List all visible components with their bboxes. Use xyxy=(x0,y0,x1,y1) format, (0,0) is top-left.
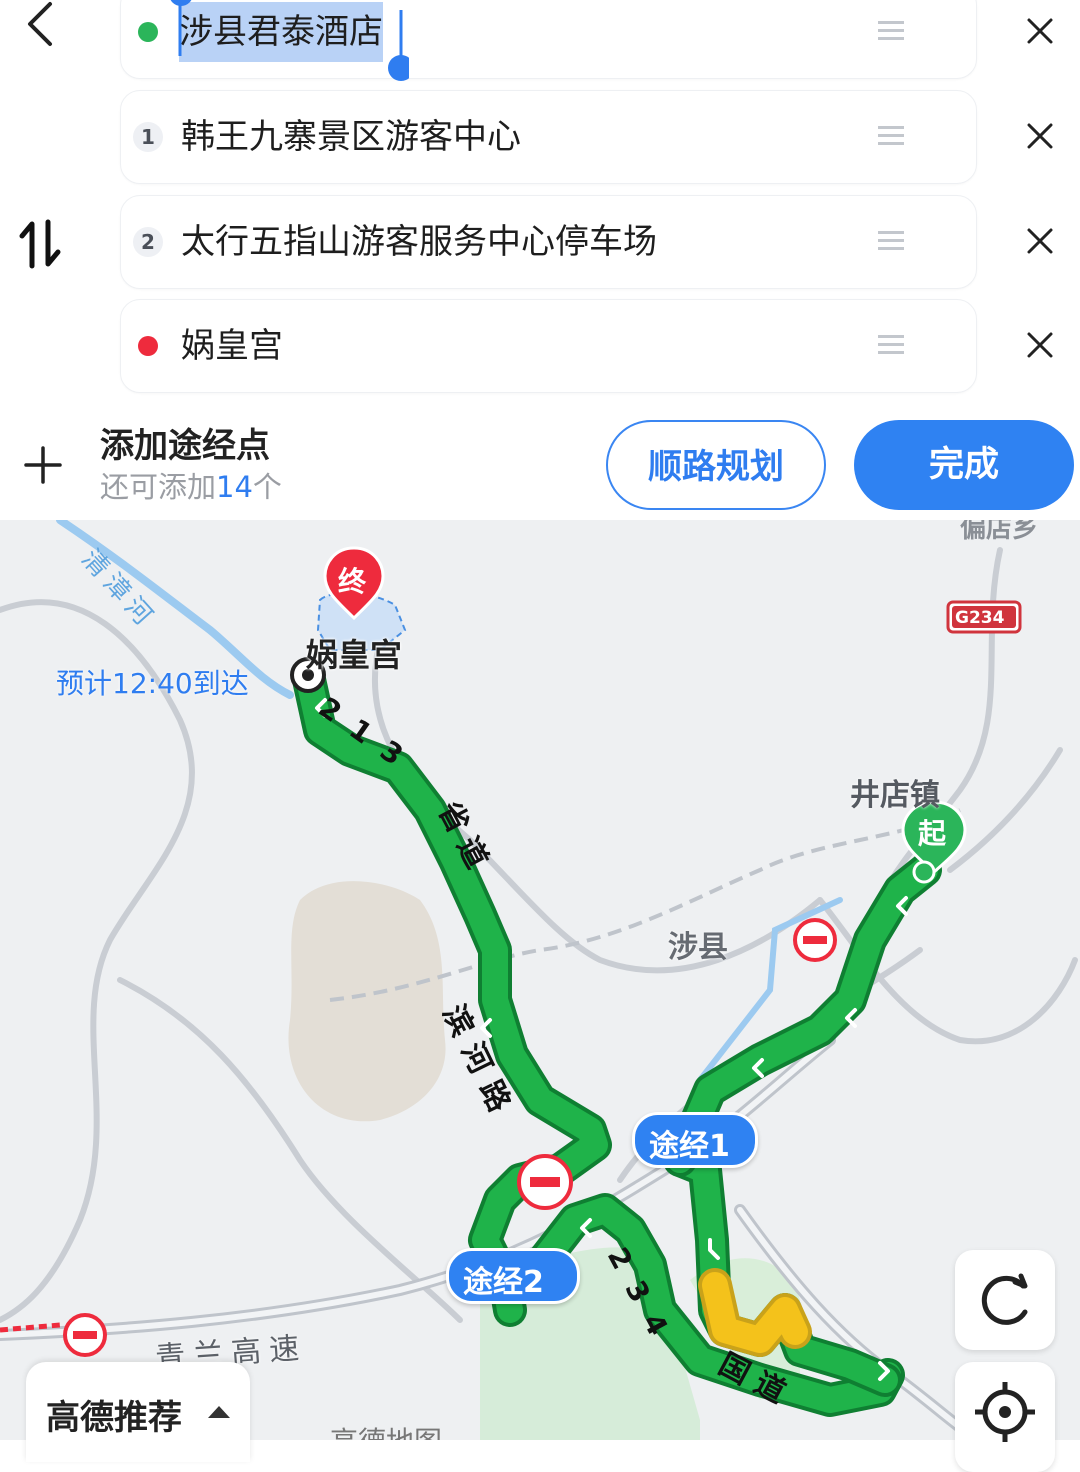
refresh-icon xyxy=(981,1273,1028,1325)
via1-number-badge: 1 xyxy=(133,122,163,152)
locate-icon xyxy=(975,1382,1035,1442)
remove-via2-close-icon[interactable] xyxy=(1024,225,1056,257)
text-selection-handles xyxy=(170,0,409,81)
done-button[interactable]: 完成 xyxy=(854,420,1074,510)
end-input[interactable]: 娲皇宫 xyxy=(181,300,283,392)
via1-bubble[interactable]: 途经1 xyxy=(632,1112,758,1168)
end-marker-text: 终 xyxy=(338,565,367,598)
drag-handle-icon[interactable] xyxy=(878,229,904,253)
via2-row[interactable]: 2 太行五指山游客服务中心停车场 xyxy=(120,195,977,289)
via1-input[interactable]: 韩王九寨景区游客中心 xyxy=(181,91,521,183)
via2-bubble[interactable]: 途经2 xyxy=(446,1248,580,1304)
add-waypoint-title[interactable]: 添加途经点 xyxy=(100,418,270,467)
terrain-patch xyxy=(288,881,446,1122)
via2-bubble-label: 途经2 xyxy=(463,1265,544,1300)
no-entry-icon xyxy=(793,918,837,962)
via1-row[interactable]: 1 韩王九寨景区游客中心 xyxy=(120,90,977,184)
recommend-toggle[interactable]: 高德推荐 xyxy=(26,1362,250,1462)
remaining-count: 14 xyxy=(216,470,253,504)
route-edit-panel: 涉县君泰酒店 1 韩王九寨景区游客中心 2 太行五指山游客服务中心停车场 娲皇宫 xyxy=(0,0,1080,520)
g234-label: G234 xyxy=(955,608,1005,628)
via2-input[interactable]: 太行五指山游客服务中心停车场 xyxy=(181,196,657,288)
county-label: 涉县 xyxy=(668,930,728,965)
along-route-plan-button[interactable]: 顺路规划 xyxy=(606,420,826,510)
town-label-topright: 偏店乡 xyxy=(960,520,1039,544)
no-entry-icon xyxy=(63,1313,107,1357)
remaining-suffix: 个 xyxy=(252,470,282,504)
drag-handle-icon[interactable] xyxy=(878,124,904,148)
remaining-prefix: 还可添加 xyxy=(100,470,217,504)
start-dot-icon xyxy=(138,22,158,42)
locate-button[interactable] xyxy=(955,1362,1055,1472)
remove-start-close-icon[interactable] xyxy=(1024,15,1056,47)
end-dot-icon xyxy=(138,336,158,356)
drag-handle-icon[interactable] xyxy=(878,19,904,43)
start-row[interactable]: 涉县君泰酒店 xyxy=(120,0,977,81)
recommend-label: 高德推荐 xyxy=(46,1398,182,1438)
back-button[interactable] xyxy=(18,0,66,52)
eta-label: 预计12:40到达 xyxy=(56,667,249,700)
drag-handle-icon[interactable] xyxy=(878,333,904,357)
refresh-button[interactable] xyxy=(955,1250,1055,1350)
start-marker-text: 起 xyxy=(918,817,947,850)
remove-via1-close-icon[interactable] xyxy=(1024,120,1056,152)
swap-icon[interactable] xyxy=(18,218,66,270)
add-waypoint-plus-icon[interactable] xyxy=(24,446,62,484)
remove-end-close-icon[interactable] xyxy=(1024,329,1056,361)
map-watermark: 高德地图 xyxy=(330,1420,442,1440)
no-entry-icon xyxy=(517,1154,573,1210)
end-row[interactable]: 娲皇宫 xyxy=(120,299,977,393)
town-label-jingdian: 井店镇 xyxy=(850,778,940,813)
via1-bubble-label: 途经1 xyxy=(649,1129,730,1164)
caret-up-icon xyxy=(208,1406,230,1418)
end-place-label: 娲皇宫 xyxy=(306,636,403,674)
via2-number-badge: 2 xyxy=(133,227,163,257)
add-waypoint-remaining: 还可添加14个 xyxy=(100,464,282,506)
map-view[interactable]: 清漳河 终 娲皇宫 预计12:40到达 G234 偏店乡 井店镇 起 涉县 21… xyxy=(0,520,1080,1440)
